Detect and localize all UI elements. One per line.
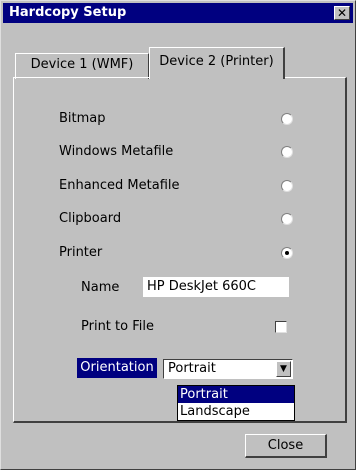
radio-enhanced-metafile[interactable] xyxy=(281,180,293,192)
print-to-file-checkbox[interactable] xyxy=(275,321,287,333)
option-label-clipboard: Clipboard xyxy=(59,211,122,226)
hardcopy-setup-dialog: Hardcopy Setup ✕ Device 1 (WMF) Device 2… xyxy=(0,0,356,470)
printer-name-label: Name xyxy=(81,280,120,295)
print-to-file-label: Print to File xyxy=(81,319,154,334)
orientation-label: Orientation xyxy=(77,358,157,378)
title-bar: Hardcopy Setup ✕ xyxy=(3,3,353,23)
orientation-select[interactable]: Portrait ▼ xyxy=(163,359,293,379)
printer-name-field[interactable]: HP DeskJet 660C xyxy=(143,277,289,297)
radio-bitmap[interactable] xyxy=(281,113,293,125)
orientation-selected-value: Portrait xyxy=(168,361,216,376)
option-label-printer: Printer xyxy=(59,245,103,260)
orientation-option-portrait[interactable]: Portrait xyxy=(178,386,294,403)
radio-windows-metafile[interactable] xyxy=(281,146,293,158)
close-button[interactable]: Close xyxy=(245,434,327,458)
orientation-dropdown-list: Portrait Landscape xyxy=(177,385,295,421)
tab-device-1[interactable]: Device 1 (WMF) xyxy=(15,53,149,79)
chevron-down-icon[interactable]: ▼ xyxy=(276,361,291,377)
option-label-bitmap: Bitmap xyxy=(59,111,106,126)
option-label-enhanced-metafile: Enhanced Metafile xyxy=(59,178,180,193)
radio-selected-dot xyxy=(285,251,289,255)
tab-device-2[interactable]: Device 2 (Printer) xyxy=(149,47,285,79)
radio-clipboard[interactable] xyxy=(281,213,293,225)
radio-printer[interactable] xyxy=(281,247,293,259)
orientation-option-landscape[interactable]: Landscape xyxy=(178,403,294,420)
close-icon[interactable]: ✕ xyxy=(334,6,350,20)
option-label-windows-metafile: Windows Metafile xyxy=(59,144,174,159)
window-title: Hardcopy Setup xyxy=(9,5,127,20)
